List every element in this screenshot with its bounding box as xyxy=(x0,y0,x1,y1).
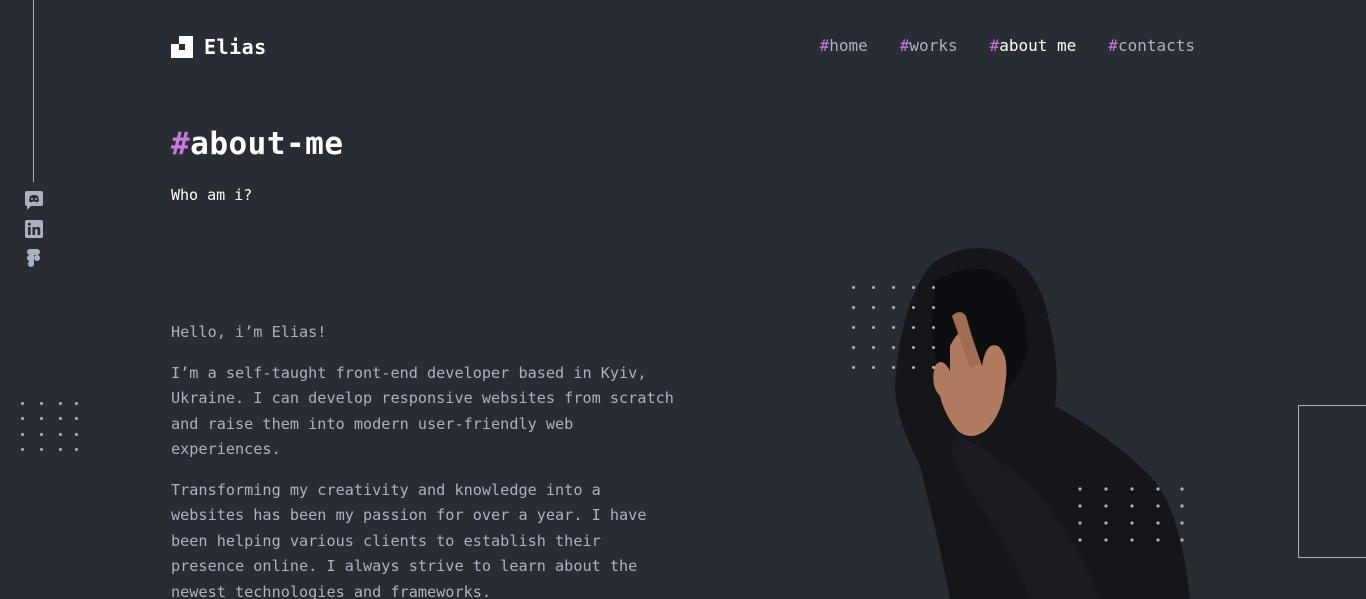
logo-icon xyxy=(171,36,193,58)
paragraph: Hello, i’m Elias! xyxy=(171,323,327,341)
paragraph: Transforming my creativity and knowledge… xyxy=(171,480,647,599)
title-text: about-me xyxy=(190,126,344,162)
nav-home[interactable]: #home xyxy=(820,36,868,55)
nav-about-me[interactable]: #about me xyxy=(990,36,1077,55)
logo[interactable]: Elias xyxy=(171,35,267,59)
nav-hash: # xyxy=(989,36,1000,55)
nav-contacts[interactable]: #contacts xyxy=(1108,36,1195,55)
decorative-dots-left xyxy=(21,402,81,452)
nav-works[interactable]: #works xyxy=(900,36,958,55)
title-hash: # xyxy=(171,126,191,162)
nav-label: about me xyxy=(999,36,1077,55)
nav-hash: # xyxy=(899,36,910,55)
social-divider-line xyxy=(33,0,34,182)
logo-text: Elias xyxy=(204,35,267,59)
nav-label: home xyxy=(829,36,868,55)
figma-icon[interactable] xyxy=(24,248,44,268)
page-subtitle: Who am i? xyxy=(171,186,253,204)
social-links xyxy=(24,190,44,277)
page: Elias #home #works #about me #contacts #… xyxy=(0,0,1366,599)
nav-hash: # xyxy=(819,36,830,55)
linkedin-icon[interactable] xyxy=(24,219,44,239)
discord-icon[interactable] xyxy=(24,190,44,210)
decorative-dots-image xyxy=(852,286,942,376)
nav-label: contacts xyxy=(1117,36,1195,55)
nav-hash: # xyxy=(1108,36,1118,55)
page-title: #about-me xyxy=(171,126,343,162)
paragraph: I’m a self-taught front-end developer ba… xyxy=(171,363,674,459)
about-text: Hello, i’m Elias! I’m a self-taught fron… xyxy=(171,320,681,599)
main-nav: #home #works #about me #contacts xyxy=(820,36,1195,55)
decorative-frame xyxy=(1298,405,1366,558)
nav-label: works xyxy=(909,36,958,55)
